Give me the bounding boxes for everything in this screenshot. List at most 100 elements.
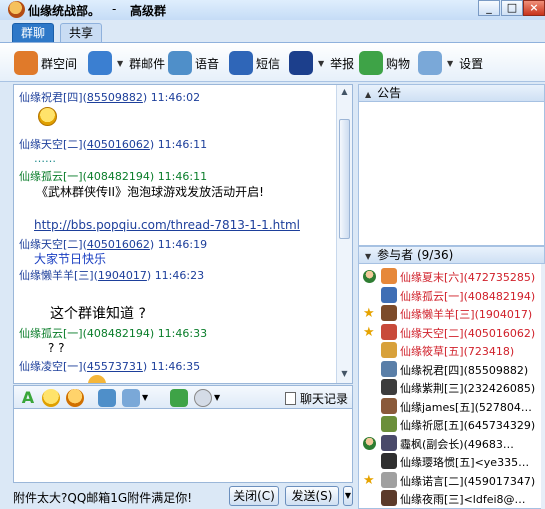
chat-history[interactable]: 仙缘祝君[四](85509882) 11:46:02 仙缘天空[二](40501…	[13, 84, 353, 384]
member-scrollbar[interactable]	[541, 264, 545, 509]
tab-group-chat[interactable]: 群聊	[12, 23, 55, 42]
qq-link[interactable]: 1904017	[98, 269, 147, 282]
avatar	[381, 323, 397, 340]
tab-share[interactable]: 共享	[60, 23, 103, 42]
message-body: ? ?	[48, 341, 65, 355]
avatar	[381, 342, 397, 358]
message-body: 这个群谁知道 ?	[50, 306, 146, 322]
group-space-button[interactable]: 群空间	[14, 50, 77, 76]
collapse-icon[interactable]: ▲	[365, 90, 371, 99]
avatar	[381, 379, 397, 395]
qq-link[interactable]: 85509882	[87, 91, 143, 104]
send-button[interactable]: 发送(S)	[285, 486, 339, 506]
qq-link[interactable]: 45573731	[87, 360, 143, 373]
chat-history-button[interactable]: 聊天记录	[284, 390, 348, 407]
chevron-down-icon[interactable]: ▼	[142, 393, 148, 402]
close-button[interactable]: 关闭(C)	[229, 486, 279, 506]
shopping-button[interactable]: 购物	[359, 50, 410, 76]
member-row[interactable]: 仙缘孤云[一](408482194)	[359, 286, 544, 304]
member-row[interactable]: 仙缘夜雨[三]<ldfei8@…	[359, 489, 544, 507]
member-name: 仙缘懒羊羊[三](1904017)	[400, 308, 533, 321]
history-icon	[284, 392, 296, 405]
maximize-button[interactable]: □	[501, 0, 523, 16]
chevron-down-icon[interactable]: ▼	[447, 59, 453, 68]
attachment-tip-link[interactable]: 附件太大?QQ邮箱1G附件满足你!	[13, 489, 192, 506]
police-icon	[289, 51, 313, 75]
member-row[interactable]: 仙缘祝君[四](85509882)	[359, 360, 544, 378]
settings-button[interactable]: ▼ 设置	[418, 50, 483, 76]
member-row[interactable]: 仙缘紫荆[三](232426085)	[359, 378, 544, 396]
voice-icon	[168, 51, 192, 75]
owner-icon	[363, 270, 376, 283]
message-header: 仙缘孤云[一](408482194) 11:46:11	[19, 170, 208, 183]
window-subtitle: 高级群	[130, 4, 167, 18]
member-row[interactable]: 霾枫(副会长)(49683…	[359, 434, 544, 452]
member-role-icon	[363, 418, 376, 431]
group-mail-button[interactable]: ▼ 群邮件	[88, 50, 165, 76]
settings-icon	[418, 51, 442, 75]
avatar	[381, 453, 397, 469]
avatar	[381, 434, 397, 451]
scroll-down-icon[interactable]: ▼	[339, 369, 350, 381]
avatar	[381, 397, 397, 414]
member-list[interactable]: 仙缘夏末[六](472735285) 仙缘孤云[一](408482194) ★ 仙缘懒…	[358, 264, 545, 509]
sms-button[interactable]: 短信	[229, 50, 280, 76]
message-input[interactable]	[13, 409, 353, 483]
mail-icon	[88, 51, 112, 75]
voice-button[interactable]: 语音	[168, 50, 219, 76]
member-name: 仙缘祈愿[五](645734329)	[400, 419, 536, 432]
member-row[interactable]: 仙缘祈愿[五](645734329)	[359, 415, 544, 433]
member-row[interactable]: 仙缘夏末[六](472735285)	[359, 267, 544, 285]
screenshot-icon[interactable]	[98, 389, 116, 407]
member-name: 仙缘紫荆[三](232426085)	[400, 382, 536, 395]
member-row[interactable]: ★ 仙缘懒羊羊[三](1904017)	[359, 304, 544, 322]
chat-scrollbar[interactable]: ▲ ▼	[336, 85, 352, 383]
title-bar: 仙缘统战部。 - 高级群 _ □ ×	[0, 0, 545, 20]
magic-emoji-icon[interactable]	[66, 389, 84, 407]
message-header: 仙缘懒羊羊[三](1904017) 11:46:23	[19, 269, 205, 282]
emoji-picker-icon[interactable]	[42, 389, 60, 407]
font-icon[interactable]: A	[19, 389, 37, 407]
shopping-icon	[359, 51, 383, 75]
admin-star-icon: ★	[363, 472, 375, 488]
notice-header[interactable]: ▲ 公告	[358, 84, 545, 102]
member-role-icon	[363, 363, 376, 376]
member-role-icon	[363, 344, 376, 357]
input-toolbar: A ▼ ▼ 聊天记录	[13, 385, 353, 409]
member-name: 仙缘孤云[一](408482194)	[400, 289, 536, 303]
owner-icon	[363, 436, 376, 450]
member-row[interactable]: 仙缘璎珞惯[五]<ye335…	[359, 452, 544, 470]
chevron-down-icon[interactable]: ▼	[117, 59, 123, 68]
members-header[interactable]: ▼ 参与者 (9/36)	[358, 246, 545, 264]
close-window-button[interactable]: ×	[523, 0, 545, 16]
image-icon[interactable]	[122, 389, 140, 407]
collapse-icon[interactable]: ▼	[365, 252, 371, 261]
doodle-icon[interactable]	[194, 389, 212, 407]
member-role-icon	[363, 455, 376, 468]
grin-emoji-icon	[38, 107, 57, 126]
message-header: 仙缘天空[二](405016062) 11:46:11	[19, 138, 208, 151]
admin-star-icon: ★	[363, 306, 375, 321]
member-row[interactable]: ★ 仙缘诺言[二](459017347)	[359, 471, 544, 489]
qq-link[interactable]: 405016062	[87, 138, 150, 151]
send-options-chevron-icon[interactable]: ▼	[343, 486, 353, 506]
scrollbar-thumb[interactable]	[339, 119, 350, 239]
avatar	[381, 471, 397, 488]
member-row[interactable]: ★ 仙缘天空[二](405016062)	[359, 323, 544, 341]
admin-star-icon: ★	[363, 324, 375, 340]
tab-bar: 群聊 共享	[0, 20, 545, 42]
music-icon[interactable]	[170, 389, 188, 407]
group-avatar-icon	[8, 1, 25, 18]
emoji-icon	[88, 375, 106, 383]
member-row[interactable]: 仙缘james[五](527804…	[359, 397, 544, 415]
message-link[interactable]: http://bbs.popqiu.com/thread-7813-1-1.ht…	[34, 218, 300, 232]
minimize-button[interactable]: _	[478, 0, 500, 16]
report-button[interactable]: ▼ 举报	[289, 50, 354, 76]
member-name: 仙缘祝君[四](85509882)	[400, 363, 529, 377]
chevron-down-icon[interactable]: ▼	[214, 393, 220, 402]
scroll-up-icon[interactable]: ▲	[339, 87, 350, 99]
chevron-down-icon[interactable]: ▼	[318, 59, 324, 68]
avatar	[381, 305, 397, 321]
member-role-icon	[363, 400, 376, 413]
member-row[interactable]: 仙缘筱草[五](723418)	[359, 341, 544, 359]
